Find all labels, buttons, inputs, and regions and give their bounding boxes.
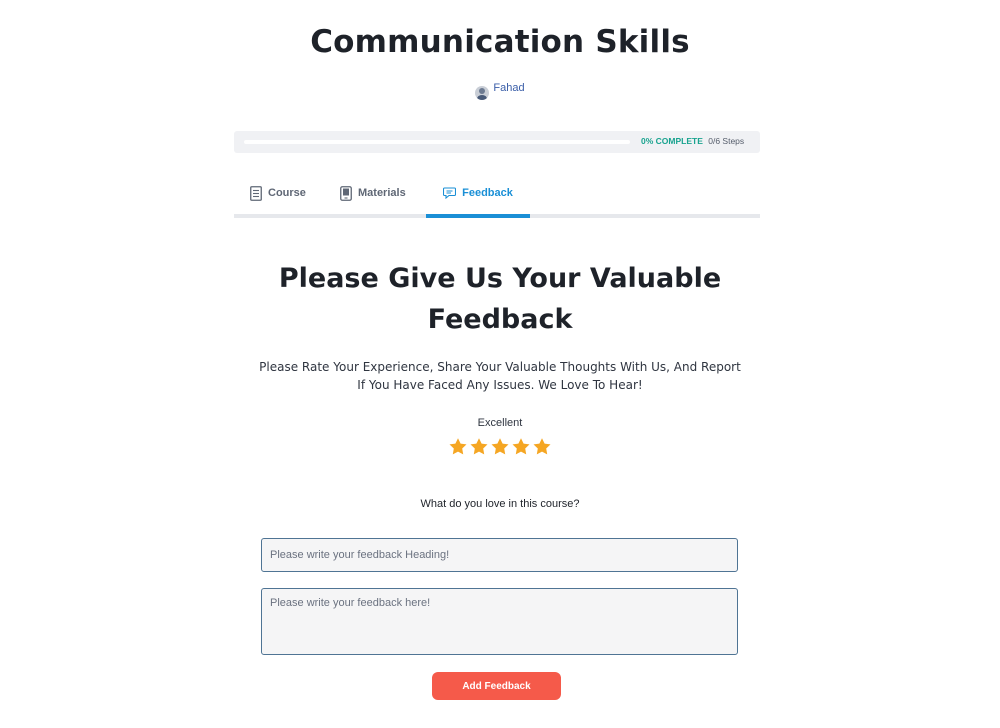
course-title: Communication Skills bbox=[310, 24, 690, 60]
progress-steps: 0/6 Steps bbox=[708, 136, 745, 146]
star-icon[interactable] bbox=[469, 437, 489, 462]
feedback-description: Please Rate Your Experience, Share Your … bbox=[259, 360, 741, 392]
progress-track bbox=[244, 140, 630, 144]
star-rating[interactable] bbox=[0, 437, 1000, 462]
document-icon bbox=[250, 185, 262, 201]
progress-status: 0% COMPLETE 0/6 Steps bbox=[641, 136, 744, 146]
rating-label: Excellent bbox=[477, 417, 523, 429]
progress-percent-label: 0% COMPLETE bbox=[641, 136, 703, 146]
phone-icon bbox=[340, 185, 352, 201]
tab-feedback[interactable]: Feedback bbox=[426, 172, 530, 218]
feedback-body-textarea[interactable] bbox=[261, 588, 738, 655]
star-icon[interactable] bbox=[511, 437, 531, 462]
avatar[interactable] bbox=[475, 86, 490, 100]
tab-course-label: Course bbox=[268, 187, 306, 199]
star-icon[interactable] bbox=[532, 437, 552, 462]
tab-materials-label: Materials bbox=[358, 187, 406, 199]
add-feedback-button[interactable]: Add Feedback bbox=[432, 672, 561, 700]
tab-materials[interactable]: Materials bbox=[340, 172, 406, 214]
author-byline[interactable]: Fahad bbox=[0, 76, 1000, 100]
progress-bar: 0% COMPLETE 0/6 Steps bbox=[234, 131, 760, 153]
tab-feedback-label: Feedback bbox=[462, 187, 513, 199]
feedback-question: What do you love in this course? bbox=[420, 498, 580, 510]
feedback-headline: Please Give Us Your Valuable Feedback bbox=[278, 263, 722, 335]
chat-icon bbox=[443, 187, 457, 199]
star-icon[interactable] bbox=[448, 437, 468, 462]
tab-bar: Course Materials Feedback bbox=[234, 172, 760, 218]
feedback-heading-input[interactable] bbox=[261, 538, 738, 572]
author-name[interactable]: Fahad bbox=[493, 82, 524, 94]
star-icon[interactable] bbox=[490, 437, 510, 462]
tab-course[interactable]: Course bbox=[250, 172, 306, 214]
